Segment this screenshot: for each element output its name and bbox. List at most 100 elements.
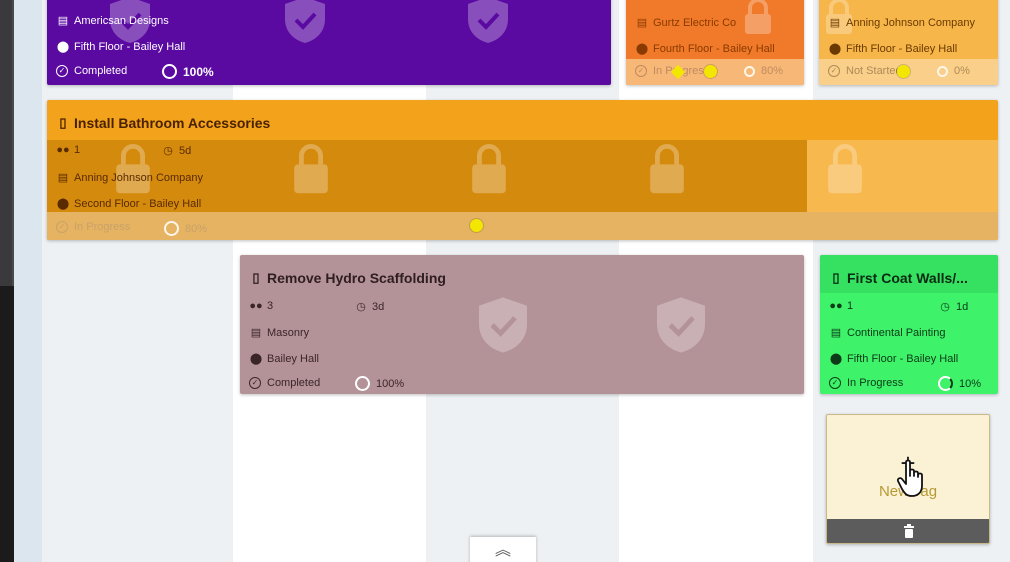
task-card-first-coat[interactable]: ▯ First Coat Walls/... ●● 1 ◷ 1d ▤ Continent… xyxy=(820,255,998,394)
location-text: Fifth Floor - Bailey Hall xyxy=(847,352,959,365)
crew-row: ●● 3 xyxy=(249,300,273,312)
status-text: In Progress xyxy=(74,221,131,233)
card-title: ▯ Remove Hydro Scaffolding xyxy=(249,270,446,286)
progress-ring-icon xyxy=(162,64,177,79)
lock-watermark-icon xyxy=(116,144,150,194)
duration-text: 5d xyxy=(179,144,192,157)
progress-ring-icon xyxy=(355,376,370,391)
trash-icon[interactable] xyxy=(903,524,915,538)
location-pin-icon: ⬤ xyxy=(829,353,843,365)
task-card-gurtz[interactable]: ▤ Gurtz Electric Co ⬤ Fourth Floor - Baile… xyxy=(626,0,804,85)
lock-watermark-icon xyxy=(650,144,684,194)
progress-row: 100% xyxy=(355,376,404,391)
company-row: ▤ Anning Johnson Company xyxy=(56,171,204,185)
crew-row: ●● 1 xyxy=(829,300,853,312)
progress-ring-icon xyxy=(164,221,179,236)
shield-watermark-icon xyxy=(657,297,705,353)
card-title-text: Install Bathroom Accessories xyxy=(74,115,271,131)
drag-marker-icon xyxy=(470,219,483,232)
lock-watermark-icon xyxy=(828,144,862,194)
status-row: ✓ In Progress xyxy=(829,377,903,389)
crew-count: 1 xyxy=(74,144,81,156)
company-name: Masonry xyxy=(267,326,310,339)
company-name: Continental Painting xyxy=(847,326,946,339)
location-text: Fourth Floor - Bailey Hall xyxy=(653,42,775,55)
lock-watermark-icon xyxy=(745,0,771,34)
crew-count: 1 xyxy=(847,300,854,312)
duration-row: ◷ 5d xyxy=(161,144,192,158)
progress-text: 100% xyxy=(183,64,214,79)
task-card-hydro[interactable]: ▯ Remove Hydro Scaffolding ●● 3 ◷ 3d ▤ Mason… xyxy=(240,255,804,394)
progress-ring-icon xyxy=(744,65,755,77)
duration-text: 1d xyxy=(956,300,969,313)
status-text: Completed xyxy=(74,65,128,77)
crew-icon: ●● xyxy=(249,300,263,312)
task-card-anning-top[interactable]: ▤ Anning Johnson Company ⬤ Fifth Floor - B… xyxy=(819,0,998,85)
card-title-text: First Coat Walls/... xyxy=(847,270,968,286)
location-row: ⬤ Fourth Floor - Bailey Hall xyxy=(635,42,775,56)
schedule-board: ▤ Americsan Designs ⬤ Fifth Floor - Bailey… xyxy=(14,0,1010,562)
status-check-icon: ✓ xyxy=(56,65,68,77)
progress-ring-icon xyxy=(938,376,953,391)
clock-icon: ◷ xyxy=(940,301,950,313)
progress-text: 100% xyxy=(376,377,405,390)
progress-row: 0% xyxy=(937,65,970,77)
company-icon: ▤ xyxy=(250,327,262,339)
shield-watermark-icon xyxy=(468,0,508,43)
company-icon: ▤ xyxy=(57,172,69,184)
progress-text: 80% xyxy=(761,65,784,77)
location-pin-icon: ⬤ xyxy=(828,43,842,55)
status-text: Not Started xyxy=(846,65,902,77)
location-text: Fifth Floor - Bailey Hall xyxy=(74,40,186,53)
new-tag-card[interactable]: + New Tag xyxy=(826,414,990,544)
progress-row: 80% xyxy=(164,221,207,236)
clock-icon: ◷ xyxy=(163,145,173,157)
status-check-icon: ✓ xyxy=(829,377,841,389)
hand-cursor-icon xyxy=(897,459,923,497)
progress-text: 10% xyxy=(959,377,982,390)
company-icon: ▤ xyxy=(57,15,69,27)
crew-icon: ●● xyxy=(829,300,843,312)
status-check-icon: ✓ xyxy=(56,221,68,233)
left-gutter xyxy=(14,0,42,562)
status-check-icon: ✓ xyxy=(249,377,261,389)
location-row: ⬤ Fifth Floor - Bailey Hall xyxy=(829,352,959,366)
scroll-top-button[interactable]: ︽ xyxy=(470,537,536,562)
location-pin-icon: ⬤ xyxy=(249,353,263,365)
task-icon: ▯ xyxy=(252,270,260,285)
progress-row: 80% xyxy=(744,65,783,77)
double-chevron-up-icon: ︽ xyxy=(494,542,511,559)
task-card-americsan[interactable]: ▤ Americsan Designs ⬤ Fifth Floor - Bailey… xyxy=(47,0,611,85)
company-row: ▤ Anning Johnson Company xyxy=(828,16,976,30)
location-text: Fifth Floor - Bailey Hall xyxy=(846,42,958,55)
crew-row: ●● 1 xyxy=(56,144,80,156)
company-name: Americsan Designs xyxy=(74,14,169,27)
company-row: ▤ Continental Painting xyxy=(829,326,946,340)
task-card-bathroom[interactable]: ▯ Install Bathroom Accessories ●● 1 ◷ 5d ▤ A… xyxy=(47,100,998,240)
crew-count: 3 xyxy=(267,300,274,312)
company-name: Anning Johnson Company xyxy=(74,171,204,184)
lock-watermark-icon xyxy=(294,144,328,194)
progress-text: 80% xyxy=(185,222,208,235)
company-name: Gurtz Electric Co xyxy=(653,16,737,29)
company-row: ▤ Americsan Designs xyxy=(56,14,169,28)
status-row: ✓ Completed xyxy=(249,377,320,389)
company-name: Anning Johnson Company xyxy=(846,16,976,29)
card-title-text: Remove Hydro Scaffolding xyxy=(267,270,446,286)
lock-watermark-icon xyxy=(472,144,506,194)
location-row: ⬤ Fifth Floor - Bailey Hall xyxy=(828,42,958,56)
card-title: ▯ First Coat Walls/... xyxy=(829,270,968,286)
drag-marker-icon xyxy=(704,65,717,78)
location-pin-icon: ⬤ xyxy=(56,198,70,210)
shield-watermark-icon xyxy=(479,297,527,353)
status-text: Completed xyxy=(267,377,321,389)
location-pin-icon: ⬤ xyxy=(635,43,649,55)
drag-marker-icon xyxy=(897,65,910,78)
status-row: ✓ Not Started xyxy=(828,65,902,77)
crew-icon: ●● xyxy=(56,144,70,156)
status-text: In Progress xyxy=(847,377,904,389)
clock-icon: ◷ xyxy=(356,301,366,313)
task-icon: ▯ xyxy=(832,270,840,285)
location-row: ⬤ Bailey Hall xyxy=(249,352,319,366)
task-icon: ▯ xyxy=(59,115,67,130)
